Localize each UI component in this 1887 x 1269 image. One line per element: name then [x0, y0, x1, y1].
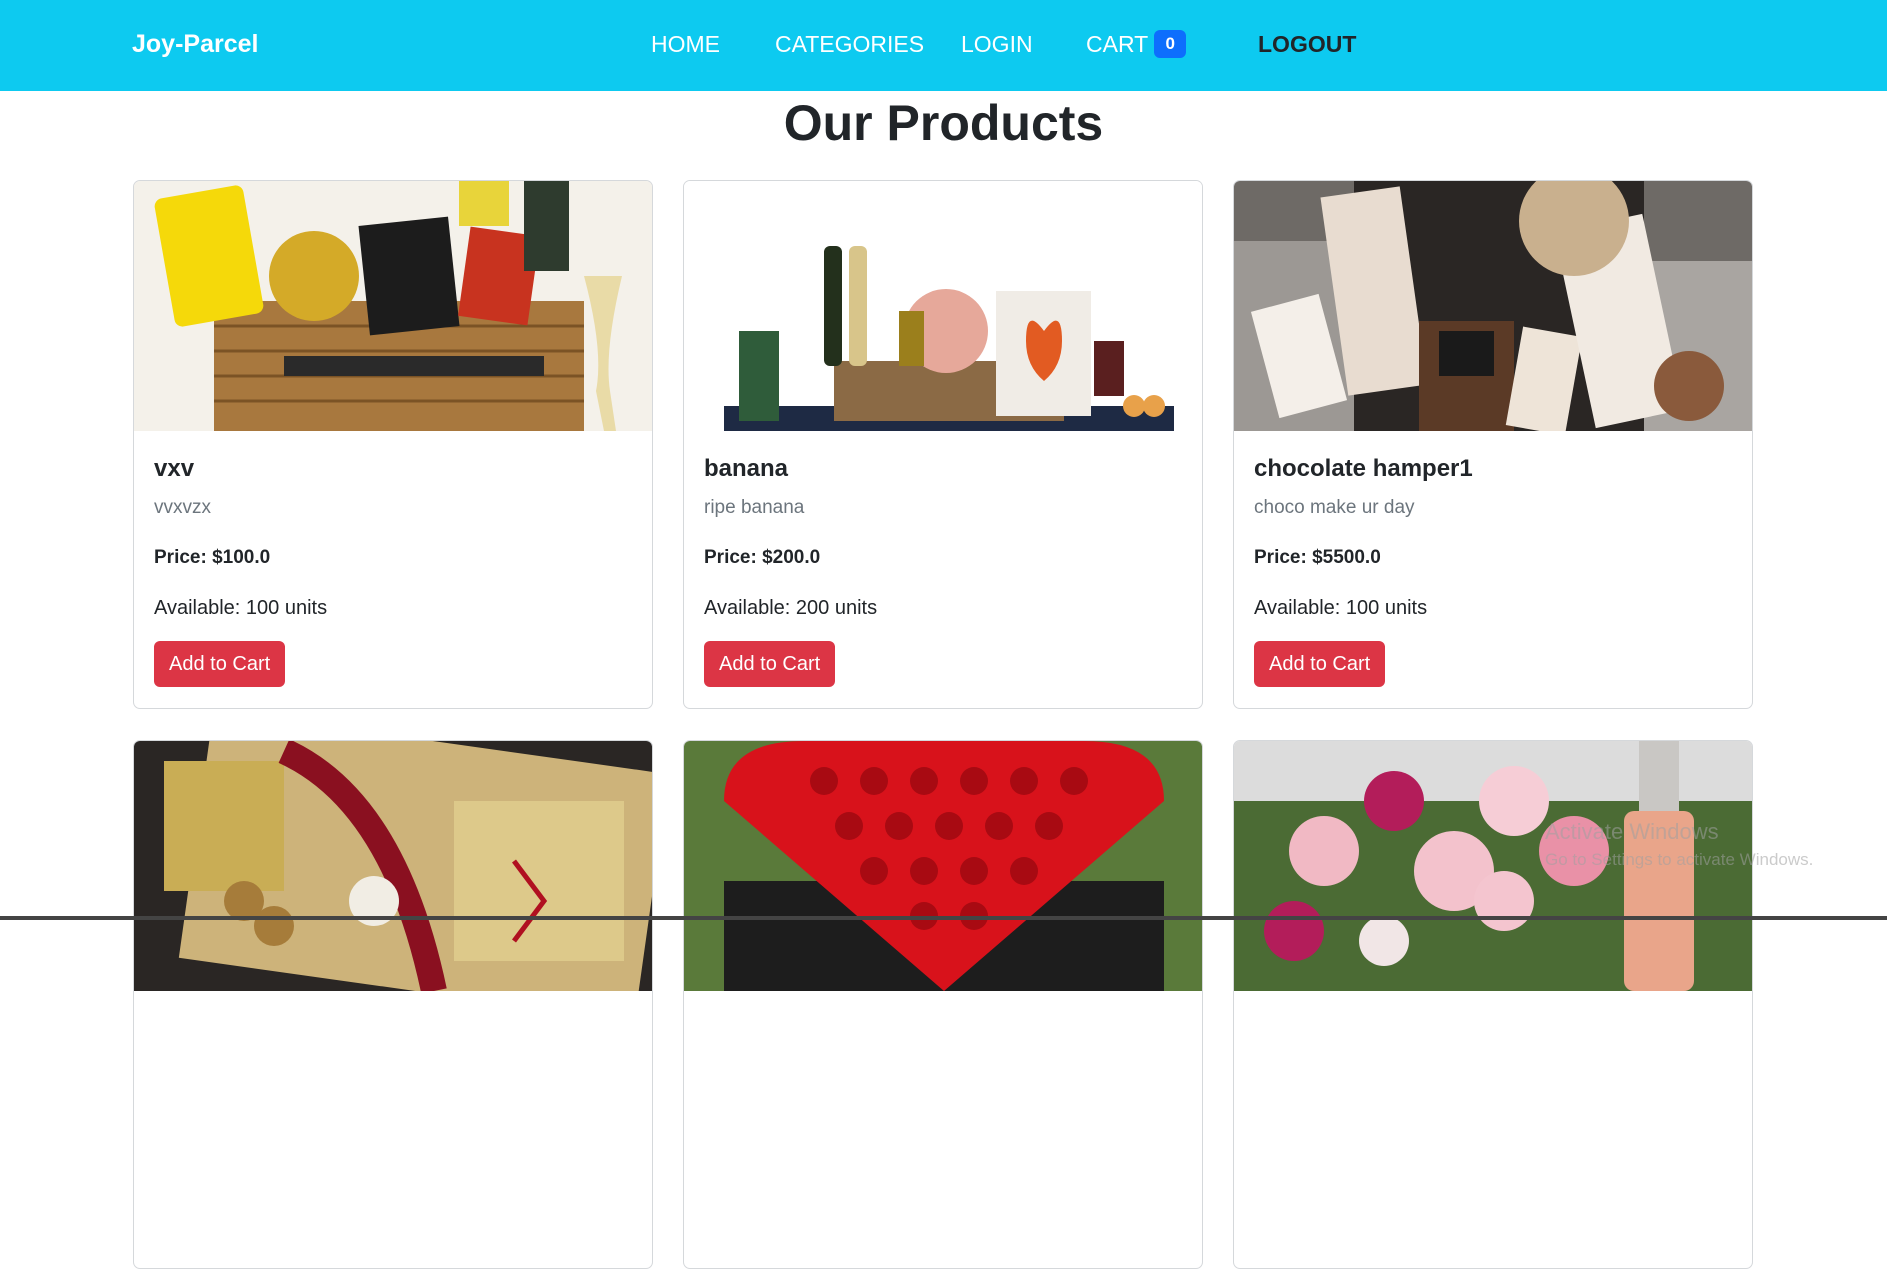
nav-login-link[interactable]: LOGIN	[961, 0, 1033, 89]
product-availability: Available: 100 units	[1254, 597, 1428, 619]
card-body: vxv vvxvzx Price: $100.0 Available: 100 …	[134, 431, 652, 707]
product-card: chocolate hamper1 choco make ur day Pric…	[1233, 180, 1753, 709]
gourmet-hamper-image	[684, 181, 1202, 431]
product-availability: Available: 200 units	[704, 597, 878, 619]
card-body: chocolate hamper1 choco make ur day Pric…	[1234, 431, 1752, 707]
product-card: vxv vvxvzx Price: $100.0 Available: 100 …	[133, 180, 653, 709]
product-card: banana ripe banana Price: $200.0 Availab…	[683, 180, 1203, 709]
nav-categories-link[interactable]: CATEGORIES	[775, 0, 924, 89]
christmas-hamper-image	[134, 741, 652, 991]
product-price: Price: $200.0	[704, 547, 821, 568]
watermark-subtitle: Go to Settings to activate Windows.	[1545, 850, 1814, 869]
navbar: Joy-Parcel HOME CATEGORIES LOGIN CART 0 L…	[0, 0, 1887, 91]
nav-cart-link[interactable]: CART 0	[1086, 0, 1187, 89]
product-name: banana	[704, 455, 789, 482]
product-description: choco make ur day	[1254, 497, 1415, 518]
product-description: ripe banana	[704, 497, 805, 518]
page-title: Our Products	[783, 95, 1104, 151]
add-to-cart-button[interactable]: Add to Cart	[154, 641, 286, 687]
watermark-title: Activate Windows	[1545, 819, 1719, 844]
product-card	[133, 740, 653, 1269]
product-name: chocolate hamper1	[1254, 455, 1473, 482]
product-availability: Available: 100 units	[154, 597, 328, 619]
product-card	[683, 740, 1203, 1269]
add-to-cart-button[interactable]: Add to Cart	[1254, 641, 1386, 687]
nav-logout-link[interactable]: LOGOUT	[1258, 0, 1356, 89]
bottom-edge	[0, 916, 1887, 920]
product-name: vxv	[154, 455, 195, 482]
card-body: banana ripe banana Price: $200.0 Availab…	[684, 431, 1202, 707]
cart-label: CART	[1086, 31, 1149, 57]
product-grid: vxv vvxvzx Price: $100.0 Available: 100 …	[133, 180, 1753, 1269]
add-to-cart-button[interactable]: Add to Cart	[704, 641, 836, 687]
brand-logo[interactable]: Joy-Parcel	[132, 0, 258, 89]
cart-count-badge: 0	[1154, 29, 1187, 58]
product-description: vvxvzx	[154, 497, 211, 518]
nav-home-link[interactable]: HOME	[651, 0, 720, 89]
product-price: Price: $100.0	[154, 547, 271, 568]
windows-activation-watermark: Activate Windows Go to Settings to activ…	[1545, 818, 1813, 874]
rose-heart-box-image	[684, 741, 1202, 991]
product-price: Price: $5500.0	[1254, 547, 1381, 568]
chocolate-hamper-image	[1234, 181, 1752, 431]
gift-basket-image	[134, 181, 652, 431]
